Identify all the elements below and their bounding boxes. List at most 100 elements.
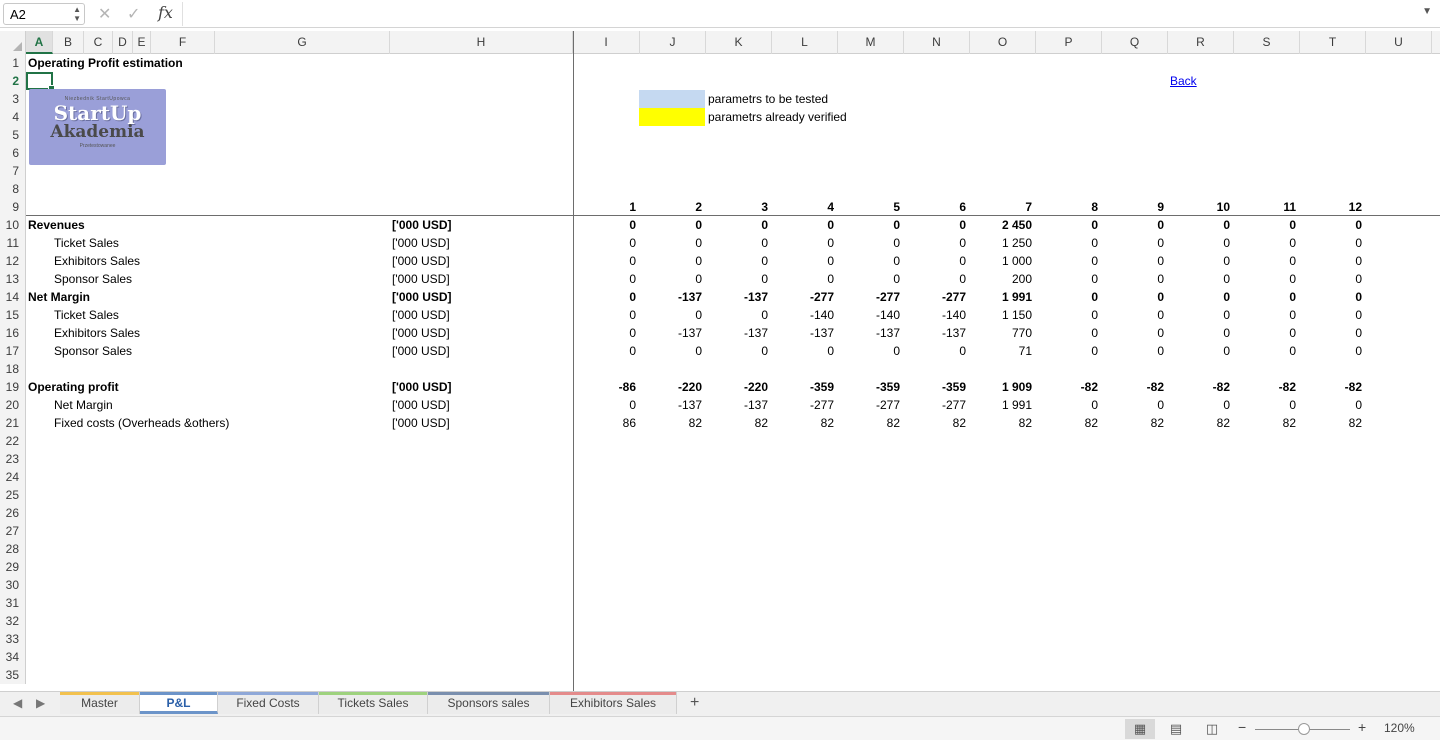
row-header-8[interactable]: 8 [0,180,26,198]
column-header-c[interactable]: C [84,31,113,54]
column-header-p[interactable]: P [1036,31,1102,54]
sheet-title: Operating Profit estimation [28,56,183,70]
row-header-5[interactable]: 5 [0,126,26,144]
legend-label-tested: parametrs to be tested [708,92,829,106]
value-cell: 0 [695,344,702,358]
column-header-b[interactable]: B [53,31,84,54]
tab-scroll-right-icon[interactable]: ▶ [36,696,45,710]
formula-input[interactable] [182,2,1422,26]
column-header-e[interactable]: E [133,31,151,54]
row-header-16[interactable]: 16 [0,324,26,342]
row-header-31[interactable]: 31 [0,594,26,612]
row-header-13[interactable]: 13 [0,270,26,288]
value-cell: 0 [1091,308,1098,322]
row-header-21[interactable]: 21 [0,414,26,432]
column-header-f[interactable]: F [151,31,215,54]
column-header-o[interactable]: O [970,31,1036,54]
value-cell: 770 [1011,326,1032,340]
row-header-3[interactable]: 3 [0,90,26,108]
page-layout-icon[interactable]: ▤ [1161,719,1191,739]
row-header-19[interactable]: 19 [0,378,26,396]
sheet-tab[interactable]: Exhibitors Sales [550,692,677,714]
row-header-11[interactable]: 11 [0,234,26,252]
zoom-level[interactable]: 120% [1384,721,1415,735]
column-header-k[interactable]: K [706,31,772,54]
sheet-tab[interactable]: Sponsors sales [428,692,550,714]
tab-scroll-left-icon[interactable]: ◀ [13,696,22,710]
unit-label: ['000 USD] [392,398,450,412]
column-header-d[interactable]: D [113,31,133,54]
column-header-t[interactable]: T [1300,31,1366,54]
row-header-12[interactable]: 12 [0,252,26,270]
zoom-in-button[interactable]: + [1358,719,1366,735]
row-header-6[interactable]: 6 [0,144,26,162]
row-header-10[interactable]: 10 [0,216,26,234]
sheet-tab-color-strip [428,692,549,695]
function-icon[interactable]: fx [158,3,173,22]
row-header-9[interactable]: 9 [0,198,26,216]
row-header-23[interactable]: 23 [0,450,26,468]
zoom-slider-handle[interactable] [1298,723,1311,735]
check-icon[interactable]: ✓ [127,4,140,24]
row-header-4[interactable]: 4 [0,108,26,126]
row-header-7[interactable]: 7 [0,162,26,180]
column-header-i[interactable]: I [573,31,640,54]
row-header-1[interactable]: 1 [0,54,26,72]
sheet-tab[interactable]: Tickets Sales [319,692,428,714]
value-cell: -140 [809,308,834,322]
column-header-s[interactable]: S [1234,31,1300,54]
page-break-icon[interactable]: ◫ [1197,719,1227,739]
row-header-17[interactable]: 17 [0,342,26,360]
zoom-out-button[interactable]: − [1238,719,1246,735]
row-header-14[interactable]: 14 [0,288,26,306]
sheet-tab[interactable]: Master [60,692,140,714]
row-header-30[interactable]: 30 [0,576,26,594]
row-header-28[interactable]: 28 [0,540,26,558]
column-header-l[interactable]: L [772,31,838,54]
row-header-22[interactable]: 22 [0,432,26,450]
month-header: 9 [1157,200,1164,214]
selected-cell[interactable] [26,72,55,92]
row-header-27[interactable]: 27 [0,522,26,540]
row-header-18[interactable]: 18 [0,360,26,378]
column-header-j[interactable]: J [640,31,706,54]
select-all-button[interactable] [0,31,26,54]
column-header-u[interactable]: U [1366,31,1432,54]
name-box-dropdown-icon[interactable]: ▲ ▼ [73,5,81,23]
row-header-32[interactable]: 32 [0,612,26,630]
column-header-h[interactable]: H [390,31,573,54]
row-header-2[interactable]: 2 [0,72,26,90]
column-header-q[interactable]: Q [1102,31,1168,54]
column-header-g[interactable]: G [215,31,390,54]
row-header-25[interactable]: 25 [0,486,26,504]
chevron-down-icon[interactable]: ▼ [1422,6,1432,17]
column-header-a[interactable]: A [26,31,53,54]
value-cell: 0 [1223,290,1230,304]
row-header-35[interactable]: 35 [0,666,26,684]
spreadsheet-grid[interactable]: ABCDEFGHIJKLMNOPQRSTU 1 2 3 4 5 6 7 8 9 10 11 12 13 1… [0,31,1440,691]
column-header-r[interactable]: R [1168,31,1234,54]
row-header-34[interactable]: 34 [0,648,26,666]
row-header-33[interactable]: 33 [0,630,26,648]
grid-view-icon[interactable]: ▦ [1125,719,1155,739]
column-header-n[interactable]: N [904,31,970,54]
row-header-29[interactable]: 29 [0,558,26,576]
back-link[interactable]: Back [1170,74,1197,88]
row-header-24[interactable]: 24 [0,468,26,486]
sheet-tab[interactable]: Fixed Costs [218,692,319,714]
row-header-26[interactable]: 26 [0,504,26,522]
row-header-15[interactable]: 15 [0,306,26,324]
name-box[interactable]: A2 ▲ ▼ [3,3,85,25]
month-header: 5 [893,200,900,214]
value-cell: 0 [1355,290,1362,304]
value-cell: 0 [827,218,834,232]
add-sheet-button[interactable]: + [690,694,699,712]
sheet-tab[interactable]: P&L [140,692,218,714]
row-header-20[interactable]: 20 [0,396,26,414]
value-cell: 82 [754,416,768,430]
close-icon[interactable]: ✕ [98,4,111,24]
value-cell: 0 [695,218,702,232]
value-cell: 1 150 [1001,308,1032,322]
column-header-m[interactable]: M [838,31,904,54]
logo-text-akademia: Akademia [50,122,145,142]
